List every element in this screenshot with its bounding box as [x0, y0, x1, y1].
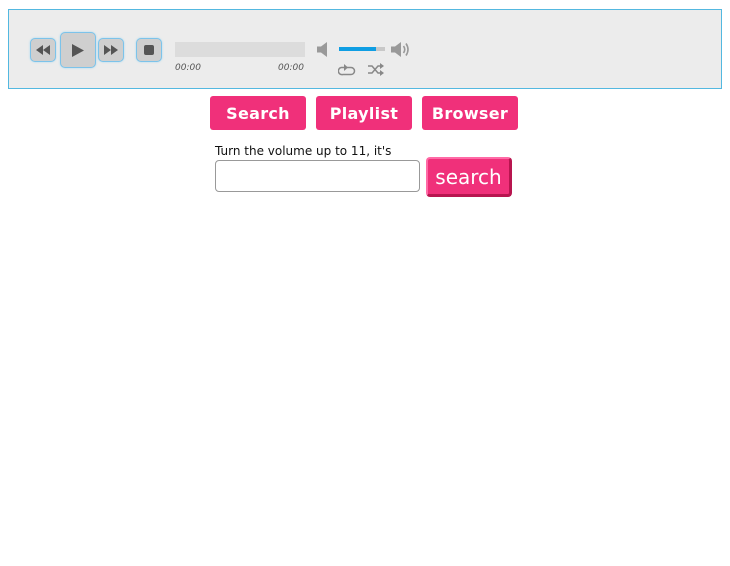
play-button[interactable] — [60, 32, 96, 68]
browser-tab-button[interactable]: Browser — [422, 96, 518, 130]
volume-slider[interactable] — [339, 47, 385, 51]
mute-icon[interactable] — [317, 42, 330, 57]
rewind-button[interactable] — [30, 38, 56, 62]
total-time: 00:00 — [278, 63, 304, 73]
stop-button[interactable] — [136, 38, 162, 62]
seek-bar[interactable] — [175, 42, 305, 57]
playlist-tab-button[interactable]: Playlist — [316, 96, 412, 130]
audio-player: 00:00 00:00 — [8, 9, 722, 89]
repeat-icon[interactable] — [338, 63, 356, 76]
rewind-icon — [36, 45, 50, 55]
search-input[interactable] — [215, 160, 420, 192]
fast-forward-icon — [104, 45, 118, 55]
volume-level — [339, 47, 376, 51]
current-time: 00:00 — [175, 63, 201, 73]
stop-icon — [144, 45, 154, 55]
fast-forward-button[interactable] — [98, 38, 124, 62]
search-tab-button[interactable]: Search — [210, 96, 306, 130]
search-submit-button[interactable]: search — [426, 157, 512, 197]
search-prompt-label: Turn the volume up to 11, it's — [215, 144, 392, 158]
shuffle-icon[interactable] — [367, 63, 385, 76]
volume-max-icon[interactable] — [391, 41, 411, 58]
play-icon — [72, 43, 84, 57]
